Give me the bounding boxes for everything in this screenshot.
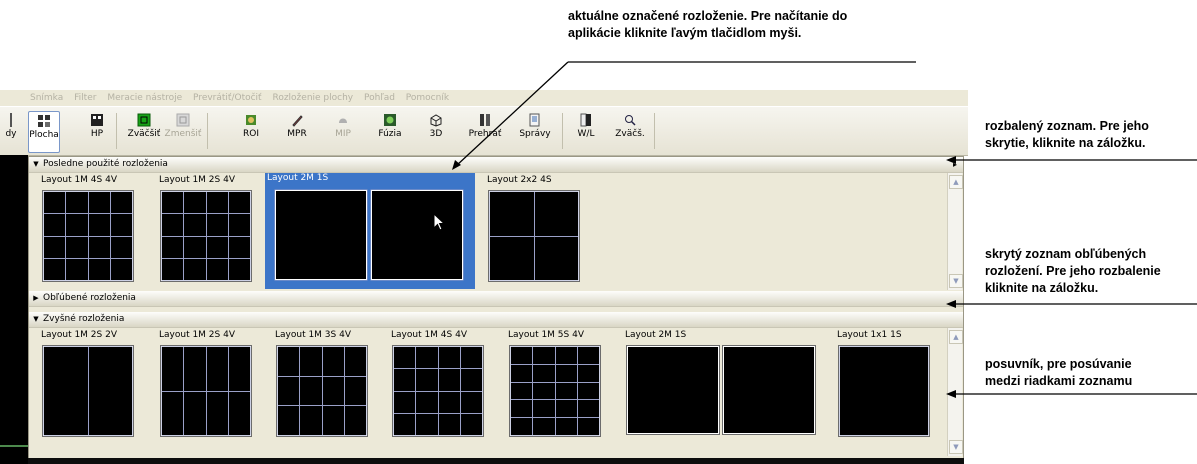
callout-pointer-selected [455,61,569,167]
callout-lines [452,61,1197,398]
arrowhead-icon [946,156,956,164]
arrowhead-icon [946,390,956,398]
arrowhead-icon [452,160,461,170]
arrowhead-icon [946,300,956,308]
